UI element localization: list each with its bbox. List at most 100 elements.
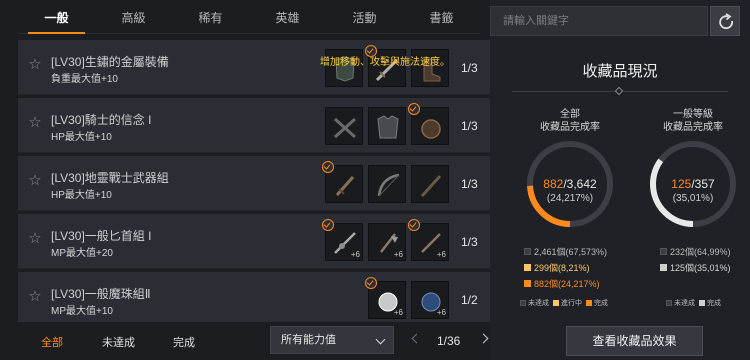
normal-done-count: 125 xyxy=(671,177,692,191)
bookmark-star-icon[interactable]: ☆ xyxy=(27,231,43,247)
item-slot[interactable]: +6 xyxy=(322,219,363,261)
ability-filter-dropdown[interactable]: 所有能力值 xyxy=(270,326,394,354)
bookmark-star-icon[interactable]: ☆ xyxy=(27,173,43,189)
item-slot[interactable]: +6 xyxy=(408,219,449,261)
item-slot[interactable]: +6 xyxy=(368,223,406,261)
normal-total-count: 357 xyxy=(694,177,715,191)
collection-count: 1/3 xyxy=(461,177,478,191)
collection-count: 1/3 xyxy=(461,119,478,133)
enchant-level: +6 xyxy=(436,250,446,259)
legend-swatch xyxy=(699,300,705,306)
grade-tabs: 一般 高級 稀有 英雄 活動 書籤 xyxy=(18,6,480,34)
collection-title: [LV30]地靈戰士武器組 xyxy=(51,171,169,185)
all-progress-count: 882/3,642 xyxy=(515,177,625,191)
legend-swatch xyxy=(524,248,531,255)
collection-bonus: MP最大值+20 xyxy=(51,248,113,259)
tab-normal[interactable]: 一般 xyxy=(18,6,95,34)
filter-incomplete[interactable]: 未達成 xyxy=(102,334,135,350)
enchant-level: +6 xyxy=(350,250,360,259)
effect-tooltip: 增加移動、攻擊與施法速度。 xyxy=(320,57,450,68)
collection-row[interactable]: ☆ [LV30]生鏽的金屬裝備 負重最大值+10 增加移動、攻擊與施法速度。 1… xyxy=(18,40,490,95)
collection-status-panel: 收藏品現況 全部 收藏品完成率 882/3,642 (24,217%) 2,46… xyxy=(490,0,750,360)
crossbow-icon xyxy=(333,117,357,139)
tab-bookmark[interactable]: 書籤 xyxy=(403,6,480,33)
item-slot[interactable] xyxy=(325,107,363,145)
stat-text: 125個(35,01%) xyxy=(670,263,731,273)
normal-label-line2: 收藏品完成率 xyxy=(663,122,723,133)
item-slot[interactable] xyxy=(411,165,449,203)
normal-stat-incomplete: 232個(64,99%) xyxy=(660,245,731,258)
legend-swatch xyxy=(660,264,667,271)
item-slot[interactable] xyxy=(368,107,406,145)
all-stat-incomplete: 2,461個(67,573%) xyxy=(524,245,607,258)
bookmark-star-icon[interactable]: ☆ xyxy=(27,115,43,131)
panel-title: 收藏品現況 xyxy=(582,63,658,80)
view-collection-effects-button[interactable]: 查看收藏品效果 xyxy=(566,326,703,356)
bookmark-star-icon[interactable]: ☆ xyxy=(27,289,43,305)
tab-rare[interactable]: 稀有 xyxy=(172,6,249,33)
item-slot[interactable]: +6 xyxy=(411,281,449,319)
refresh-button[interactable] xyxy=(710,6,740,36)
prev-page-button[interactable] xyxy=(411,334,421,344)
normal-legend: 未達成 完成 xyxy=(662,298,721,308)
bookmark-star-icon[interactable]: ☆ xyxy=(27,57,43,73)
all-stat-in-progress: 299個(8,21%) xyxy=(524,261,590,274)
all-legend: 未達成 進行中 完成 xyxy=(516,298,608,308)
filter-complete[interactable]: 完成 xyxy=(173,334,195,350)
normal-gauge-label: 一般等級 收藏品完成率 xyxy=(638,108,748,134)
all-stat-complete: 882個(24,217%) xyxy=(524,277,600,290)
diamond-ornament-icon xyxy=(614,86,624,96)
legend-in-progress: 進行中 xyxy=(561,300,582,307)
normal-stat-complete: 125個(35,01%) xyxy=(660,261,731,274)
collection-list[interactable]: ☆ [LV30]生鏽的金屬裝備 負重最大值+10 增加移動、攻擊與施法速度。 1… xyxy=(18,40,490,322)
collection-count: 1/2 xyxy=(461,293,478,307)
enchant-level: +6 xyxy=(393,250,403,259)
collection-list-panel: 一般 高級 稀有 英雄 活動 書籤 ☆ [LV30]生鏽的金屬裝備 負重最大值+… xyxy=(0,0,490,360)
search-input[interactable] xyxy=(491,7,707,35)
chevron-down-icon xyxy=(375,334,386,345)
legend-swatch xyxy=(524,264,531,271)
legend-incomplete: 未達成 xyxy=(528,300,549,307)
legend-swatch xyxy=(553,300,559,306)
enchant-level: +6 xyxy=(436,308,446,317)
collection-title: [LV30]一般匕首組 I xyxy=(51,229,152,243)
normal-progress-count: 125/357 xyxy=(638,177,748,191)
item-slot[interactable] xyxy=(368,165,406,203)
bow-icon xyxy=(377,173,400,197)
staff-icon xyxy=(420,174,442,198)
legend-swatch xyxy=(666,300,672,306)
all-label-line2: 收藏品完成率 xyxy=(540,122,600,133)
all-progress-percent: (24,217%) xyxy=(546,193,594,204)
legend-complete: 完成 xyxy=(594,300,608,307)
tab-hero[interactable]: 英雄 xyxy=(249,6,326,33)
legend-swatch xyxy=(520,300,526,306)
legend-swatch xyxy=(524,280,531,287)
item-slot[interactable] xyxy=(408,103,449,145)
collection-count: 1/3 xyxy=(461,235,478,249)
tab-advanced[interactable]: 高級 xyxy=(95,6,172,33)
chest-armor-icon xyxy=(377,115,399,139)
normal-label-line1: 一般等級 xyxy=(673,109,713,120)
collection-row[interactable]: ☆ [LV30]一般魔珠組Ⅱ MP最大值+10 +6 +6 1/2 xyxy=(18,272,490,322)
collection-row[interactable]: ☆ [LV30]一般匕首組 I MP最大值+20 +6 +6 +6 1/3 xyxy=(18,214,490,269)
all-label-line1: 全部 xyxy=(560,109,580,120)
normal-progress-percent: (35,01%) xyxy=(672,193,714,204)
legend-complete: 完成 xyxy=(707,300,721,307)
dagger-icon xyxy=(335,176,355,196)
collection-bonus: HP最大值+10 xyxy=(51,190,112,201)
tab-event[interactable]: 活動 xyxy=(326,6,403,33)
next-page-button[interactable] xyxy=(478,334,488,344)
item-slot[interactable]: +6 xyxy=(365,277,406,319)
collection-title: [LV30]一般魔珠組Ⅱ xyxy=(51,287,151,301)
filter-all[interactable]: 全部 xyxy=(41,334,63,350)
all-done-count: 882 xyxy=(543,177,564,191)
all-total-count: 3,642 xyxy=(566,177,597,191)
item-slot[interactable] xyxy=(322,161,363,203)
collection-row[interactable]: ☆ [LV30]地靈戰士武器組 HP最大值+10 1/3 xyxy=(18,156,490,211)
legend-swatch xyxy=(586,300,592,306)
collection-title: [LV30]騎士的信念 I xyxy=(51,113,152,127)
all-gauge-label: 全部 收藏品完成率 xyxy=(515,108,625,134)
collection-row[interactable]: ☆ [LV30]騎士的信念 I HP最大值+10 1/3 xyxy=(18,98,490,153)
ability-filter-value: 所有能力值 xyxy=(281,334,336,346)
enchant-level: +6 xyxy=(393,308,403,317)
